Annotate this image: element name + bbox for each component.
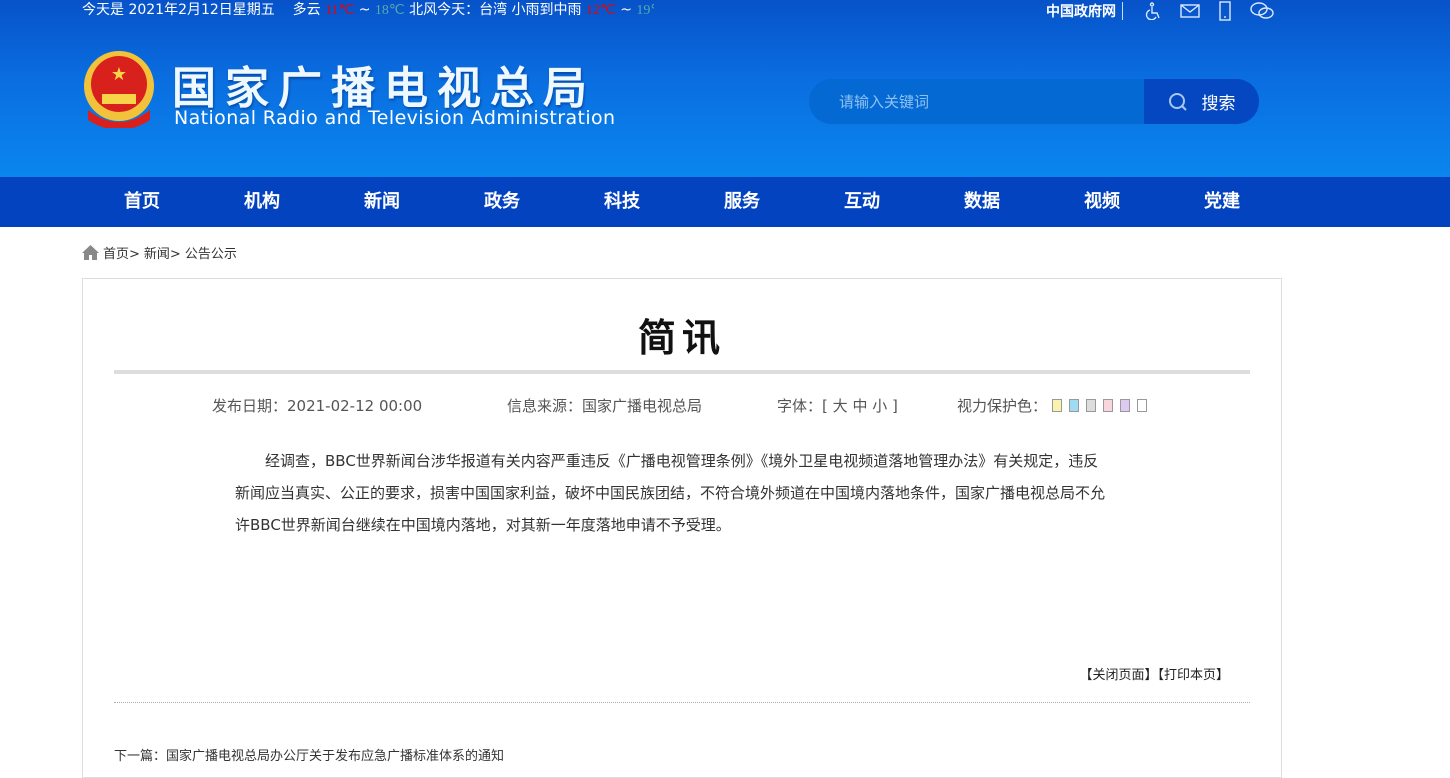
temp-low: 11℃ bbox=[325, 3, 355, 18]
temp-high-2: 19℃ bbox=[636, 3, 654, 18]
wechat-icon[interactable] bbox=[1250, 2, 1274, 20]
font-large[interactable]: 大 bbox=[833, 397, 848, 415]
article-container: 简讯 发布日期：2021-02-12 00:00 信息来源：国家广播电视总局 字… bbox=[82, 278, 1282, 778]
nav-interaction[interactable]: 互动 bbox=[802, 177, 922, 227]
mail-icon[interactable] bbox=[1180, 3, 1200, 19]
breadcrumb: 首页> 新闻> 公告公示 bbox=[82, 243, 237, 262]
article-body: 经调查，BBC世界新闻台涉华报道有关内容严重违反《广播电视管理条例》《境外卫星电… bbox=[235, 452, 1106, 534]
color-swatch-purple[interactable] bbox=[1119, 399, 1130, 412]
nav-technology[interactable]: 科技 bbox=[562, 177, 682, 227]
nav-organization[interactable]: 机构 bbox=[202, 177, 322, 227]
gov-link[interactable]: 中国政府网 bbox=[1046, 1, 1116, 21]
publish-date: 发布日期：2021-02-12 00:00 bbox=[212, 397, 423, 415]
color-swatch-pink[interactable] bbox=[1102, 399, 1113, 412]
next-article-link[interactable]: 下一篇：国家广播电视总局办公厅关于发布应急广播标准体系的通知 bbox=[114, 745, 504, 764]
font-small[interactable]: 小 bbox=[872, 397, 887, 415]
bracket-close: ] bbox=[892, 397, 898, 415]
top-links: 中国政府网 bbox=[1046, 0, 1283, 22]
font-size-label: 字体： bbox=[777, 397, 823, 415]
info-source: 信息来源：国家广播电视总局 bbox=[507, 397, 703, 415]
temp-high: 18℃ bbox=[374, 3, 405, 18]
breadcrumb-news[interactable]: 新闻> bbox=[144, 243, 181, 262]
search-button[interactable]: 搜索 bbox=[1144, 79, 1259, 124]
home-icon bbox=[82, 245, 99, 260]
national-emblem-logo[interactable]: ★ bbox=[82, 50, 156, 128]
color-swatch-blue[interactable] bbox=[1068, 399, 1079, 412]
color-swatch-white[interactable] bbox=[1136, 399, 1147, 412]
weather: 多云 bbox=[292, 2, 321, 18]
page-actions: 【关闭页面】【打印本页】 bbox=[1079, 664, 1229, 683]
nav-data[interactable]: 数据 bbox=[922, 177, 1042, 227]
nav-services[interactable]: 服务 bbox=[682, 177, 802, 227]
main-nav: 首页 机构 新闻 政务 科技 服务 互动 数据 视频 党建 bbox=[0, 177, 1450, 227]
today-date: 今天是 2021年2月12日星期五 bbox=[82, 2, 275, 18]
nav-party[interactable]: 党建 bbox=[1162, 177, 1282, 227]
tilde-2: ~ bbox=[620, 2, 632, 18]
weather-forecast: 北风今天：台湾 小雨到中雨 bbox=[409, 2, 582, 18]
mobile-icon[interactable] bbox=[1218, 1, 1232, 21]
nav-video[interactable]: 视频 bbox=[1042, 177, 1162, 227]
accessibility-icon[interactable] bbox=[1144, 2, 1162, 20]
font-size-control: 字体：[ 大 中 小 ] bbox=[777, 395, 898, 416]
bracket-open: [ bbox=[822, 397, 828, 415]
svg-text:★: ★ bbox=[111, 64, 127, 85]
print-page-link[interactable]: 【打印本页】 bbox=[1157, 668, 1229, 683]
nav-home[interactable]: 首页 bbox=[82, 177, 202, 227]
search-icon bbox=[1168, 92, 1187, 111]
color-swatch-yellow[interactable] bbox=[1051, 399, 1062, 412]
color-swatch-gray[interactable] bbox=[1085, 399, 1096, 412]
article-title: 简讯 bbox=[637, 316, 726, 360]
tilde: ~ bbox=[358, 2, 371, 18]
nav-government-affairs[interactable]: 政务 bbox=[442, 177, 562, 227]
nav-news[interactable]: 新闻 bbox=[322, 177, 442, 227]
search-button-label: 搜索 bbox=[1201, 94, 1236, 114]
divider bbox=[1122, 2, 1123, 20]
breadcrumb-announcements[interactable]: 公告公示 bbox=[185, 243, 237, 262]
search-input[interactable] bbox=[809, 79, 1144, 124]
date-weather-bar: 今天是 2021年2月12日星期五 多云 11℃ ~ 18℃ 北风今天：台湾 小… bbox=[82, 0, 654, 22]
eye-protection-colors: 视力保护色： bbox=[957, 395, 1154, 416]
search-bar: 搜索 bbox=[809, 79, 1259, 124]
breadcrumb-home[interactable]: 首页> bbox=[103, 243, 140, 262]
site-title-en: National Radio and Television Administra… bbox=[174, 107, 616, 129]
eye-protection-label: 视力保护色： bbox=[957, 397, 1048, 415]
temp-low-2: 12℃ bbox=[586, 3, 616, 18]
title-divider bbox=[114, 370, 1250, 374]
font-medium[interactable]: 中 bbox=[852, 397, 867, 415]
close-page-link[interactable]: 【关闭页面】 bbox=[1079, 668, 1157, 683]
site-header: 今天是 2021年2月12日星期五 多云 11℃ ~ 18℃ 北风今天：台湾 小… bbox=[0, 0, 1450, 177]
dotted-divider bbox=[114, 702, 1250, 703]
